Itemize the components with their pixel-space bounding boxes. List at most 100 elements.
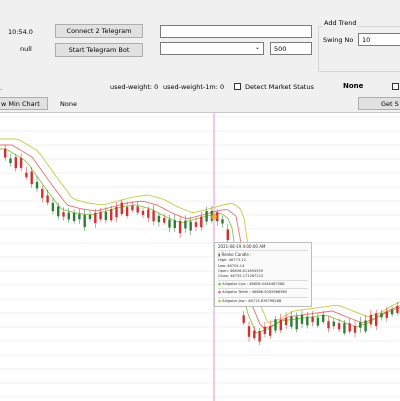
used-weight-1m-label: used-weight-1m: 0: [163, 83, 225, 91]
detect-market-status-checkbox[interactable]: [234, 83, 241, 90]
left-edge-mark: .: [0, 84, 3, 92]
time-value: 10:54.0: [8, 28, 33, 36]
candle-body: [269, 326, 272, 336]
candle-body: [253, 330, 256, 339]
candle-body: [375, 313, 378, 326]
candle-body: [290, 316, 293, 327]
candle-body: [353, 325, 357, 333]
tooltip-lips: ● Alligator Lips : 46608.0446487588: [218, 282, 308, 287]
swing-no-input[interactable]: 10: [358, 33, 400, 46]
telegram-input[interactable]: [160, 25, 312, 38]
start-telegram-bot-button[interactable]: Start Telegram Bot: [55, 43, 143, 57]
min-chart-button[interactable]: w Min Chart: [0, 97, 48, 110]
candle-body: [306, 316, 309, 326]
hover-point-marker: [211, 214, 217, 220]
tooltip-jaw-value: Alligator Jaw : 46713.876798268: [222, 298, 282, 303]
candle-body: [78, 214, 81, 220]
candle-body: [332, 321, 335, 327]
candle-body: [136, 206, 139, 213]
tooltip-jaw: ● Alligator Jaw : 46713.876798268: [218, 299, 308, 304]
select-dropdown[interactable]: ⌄: [160, 42, 264, 55]
candle-body: [19, 157, 23, 168]
candle-body: [327, 321, 330, 329]
candle-body: [242, 315, 245, 323]
candle-body: [104, 211, 108, 221]
candle-body: [311, 316, 314, 323]
candle-body: [390, 309, 394, 315]
candle-body: [120, 202, 123, 215]
candle-body: [62, 212, 65, 217]
candle-body: [141, 210, 145, 215]
candle-body: [88, 214, 92, 220]
candle-body: [226, 229, 229, 241]
number-input[interactable]: 500: [270, 42, 312, 55]
add-trend-title: Add Trend: [323, 19, 358, 27]
market-status-value: None: [343, 82, 364, 90]
candle-body: [14, 157, 17, 169]
candle-body: [322, 314, 325, 322]
candle-body: [51, 202, 55, 212]
alligator-jaw-line: [0, 138, 400, 324]
null-label: null: [20, 45, 32, 53]
candle-body: [316, 317, 320, 326]
detect-market-status-label: Detect Market Status: [245, 83, 314, 91]
candle-body: [94, 212, 97, 224]
candle-body: [72, 212, 76, 222]
candle-body: [184, 220, 187, 229]
tooltip-candle-label: Renko Candle :: [221, 252, 252, 258]
candle-body: [189, 221, 192, 231]
candle-body: [205, 210, 208, 222]
candle-body: [300, 314, 304, 324]
alligator-teeth-line: [0, 144, 400, 329]
tooltip-teeth: ● Alligator Teeth : 46666.5059986985: [218, 290, 308, 295]
market-status-checkbox[interactable]: [392, 83, 399, 90]
chart-area[interactable]: [0, 112, 400, 401]
candle-body: [115, 206, 118, 218]
tooltip-time: 2021-08-19 4:00:00 AM: [218, 244, 266, 249]
tooltip-close: Close: 46735.171267212: [218, 274, 264, 279]
candle-body: [30, 171, 33, 185]
connect-telegram-button[interactable]: Connect 2 Telegram: [55, 24, 143, 38]
candle-body: [41, 188, 44, 198]
candle-body: [348, 323, 351, 332]
candle-body: [194, 222, 198, 227]
candle-body: [25, 172, 28, 178]
candle-body: [131, 205, 134, 211]
candle-body: [359, 322, 362, 328]
candle-body: [110, 209, 113, 221]
candle-body: [9, 158, 12, 164]
candle-body: [396, 305, 399, 313]
candle-body: [46, 195, 49, 203]
candle-body: [364, 320, 367, 332]
candle-body: [221, 219, 224, 224]
candle-body: [157, 215, 161, 223]
candle-body: [35, 181, 39, 189]
candle-body: [200, 216, 203, 228]
candle-body: [284, 318, 288, 326]
candle-body: [369, 314, 373, 325]
candle-body: [83, 214, 86, 228]
candle-body: [67, 212, 70, 220]
candle-body: [125, 207, 129, 216]
candle-body: [385, 311, 388, 318]
candle-body: [99, 212, 102, 220]
candle-body: [147, 209, 150, 218]
candle-body: [168, 219, 171, 228]
candle-body: [4, 148, 7, 158]
used-weight-label: used-weight: 0: [110, 83, 159, 91]
get-button[interactable]: Get S: [358, 97, 400, 110]
candlestick-chart[interactable]: [0, 113, 400, 401]
candle-body: [178, 220, 182, 234]
candle-body: [274, 319, 277, 331]
candle-body: [380, 313, 383, 318]
candle-body: [263, 326, 267, 334]
tooltip-teeth-value: Alligator Teeth : 46666.5059986985: [222, 290, 288, 295]
candle-body: [152, 210, 155, 222]
chevron-down-icon: ⌄: [254, 44, 260, 51]
candle-body: [279, 319, 282, 331]
candle-body: [163, 218, 166, 223]
candle-body: [57, 206, 60, 217]
tooltip-candle-title: ▮ Renko Candle :: [218, 252, 308, 257]
swing-no-label: Swing No: [323, 36, 354, 44]
candle-icon: ▮: [218, 252, 221, 258]
